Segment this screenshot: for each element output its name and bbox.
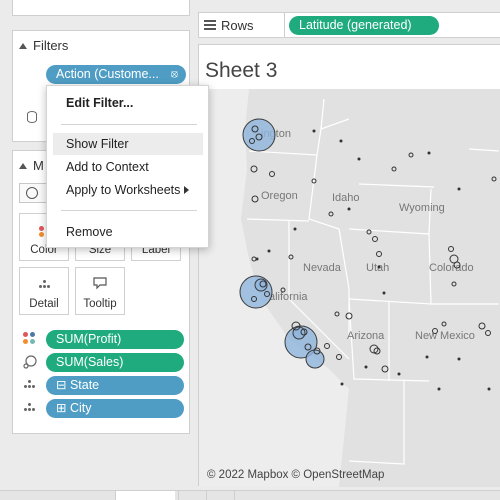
sheet-title: Sheet 3 [205,59,278,82]
tooltip-button[interactable]: Tooltip [75,267,125,315]
tooltip-icon [76,276,124,293]
latitude-pill-label: Latitude (generated) [299,18,412,32]
menu-apply-label: Apply to Worksheets [66,183,181,197]
detail-label: Detail [29,298,59,310]
latitude-pill[interactable]: Latitude (generated) [289,16,439,35]
marks-title: M [33,158,44,173]
shelf-divider [284,13,285,37]
city-field-pill[interactable]: ⊞ City [46,399,184,418]
sales-field-label: SUM(Sales) [56,355,124,369]
state-label: Colorado [429,262,474,274]
detail-button[interactable]: Detail [19,267,69,315]
new-story-tab[interactable] [234,491,260,500]
menu-edit-filter[interactable]: Edit Filter... [53,92,203,114]
state-label: Wyoming [399,202,445,214]
data-mark[interactable] [242,118,276,152]
size-encoding-icon [23,355,37,369]
rows-label: Rows [221,18,254,33]
action-filter-label: Action (Custome... [56,67,159,81]
state-field-pill[interactable]: ⊟ State [46,376,184,395]
menu-show-filter[interactable]: Show Filter [53,133,203,155]
state-label: Oregon [261,190,298,202]
data-source-icon [27,111,37,123]
new-sheet-tab[interactable] [178,491,204,500]
state-field-label: ⊟ State [56,378,100,392]
circle-mark-icon [26,187,38,199]
menu-add-to-context[interactable]: Add to Context [53,156,203,178]
detail-encoding-icon [23,378,37,392]
tooltip-label: Tooltip [83,298,117,310]
state-label: Utah [366,262,389,274]
detail-dots-icon [39,280,51,289]
marks-header[interactable]: M [19,158,44,173]
menu-apply-to-worksheets[interactable]: Apply to Worksheets [53,179,203,201]
worksheet-view: Sheet 3 ington Idaho Oregon Wyoming Neva… [198,44,500,487]
menu-separator [61,124,197,125]
data-mark[interactable] [254,278,268,292]
filters-header[interactable]: Filters [19,38,68,53]
tableau-workspace: Filters Action (Custome... ⦻ M Color Siz… [0,0,500,500]
state-label: Idaho [332,192,360,204]
filter-context-menu: Edit Filter... Show Filter Add to Contex… [46,85,209,248]
sheet-tab-bar [0,490,500,500]
color-encoding-icon [23,332,37,346]
menu-separator [61,210,197,211]
profit-field-pill[interactable]: SUM(Profit) [46,330,184,349]
left-pane: Filters Action (Custome... ⦻ M Color Siz… [0,0,192,500]
sheet-tab[interactable] [115,491,175,500]
action-filter-pill[interactable]: Action (Custome... ⦻ [46,65,186,84]
collapse-caret-icon[interactable] [19,42,27,49]
detail-encoding-icon [23,401,37,415]
sales-field-pill[interactable]: SUM(Sales) [46,353,184,372]
top-card-stub [12,0,190,16]
rows-shelf-icon [204,20,216,30]
state-label: Arizona [347,330,385,342]
profit-field-label: SUM(Profit) [56,332,122,346]
map-attribution[interactable]: © 2022 Mapbox © OpenStreetMap [207,469,384,481]
link-icon: ⦻ [170,68,178,80]
state-label: New Mexico [415,330,475,342]
city-field-label: ⊞ City [56,401,92,415]
new-dashboard-tab[interactable] [206,491,232,500]
filters-title: Filters [33,38,69,53]
submenu-arrow-icon [184,186,189,194]
map-view[interactable]: ington Idaho Oregon Wyoming Nevada Utah … [199,89,500,487]
state-label: alifornia [269,291,308,303]
rows-shelf[interactable]: Rows Latitude (generated) [198,12,500,38]
map-canvas[interactable]: ington Idaho Oregon Wyoming Nevada Utah … [199,89,500,487]
state-label: Nevada [303,262,342,274]
menu-remove[interactable]: Remove [53,221,203,243]
collapse-caret-icon[interactable] [19,162,27,169]
